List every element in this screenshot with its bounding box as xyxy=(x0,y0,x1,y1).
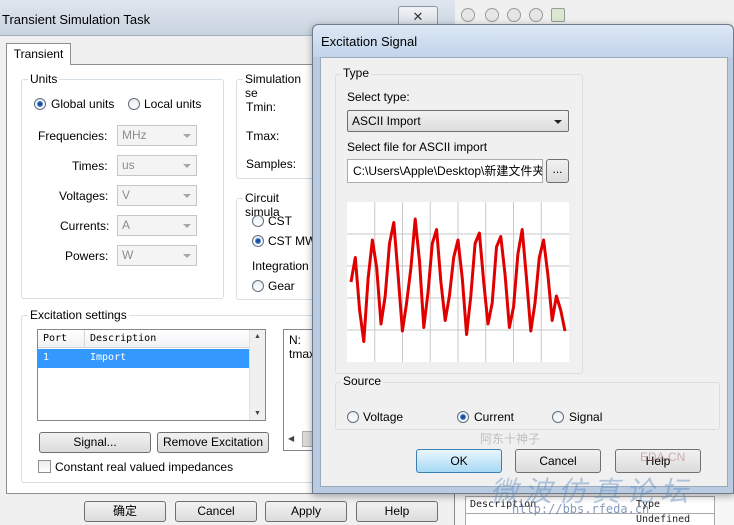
info-n-label: N: xyxy=(289,333,301,347)
select-file-label: Select file for ASCII import xyxy=(347,140,488,154)
local-units-label: Local units xyxy=(144,97,202,111)
toolbar-icon[interactable] xyxy=(461,8,475,22)
current-radio[interactable] xyxy=(457,411,469,423)
signal-radio[interactable] xyxy=(552,411,564,423)
cst-mw-label: CST MW xyxy=(268,234,317,248)
scroll-up-icon[interactable]: ▲ xyxy=(254,333,261,340)
integration-label: Integration xyxy=(252,259,309,273)
source-group-title: Source xyxy=(341,374,384,388)
add-icon[interactable] xyxy=(551,8,565,22)
chevron-down-icon xyxy=(183,254,191,258)
select-type-label: Select type: xyxy=(347,90,410,104)
ok-button[interactable]: 确定 xyxy=(84,501,166,522)
current-label: Current xyxy=(474,410,515,424)
currents-combo: A xyxy=(117,215,197,236)
powers-combo: W xyxy=(117,245,197,266)
file-path-field[interactable]: C:\Users\Apple\Desktop\新建文件夹 xyxy=(347,159,543,183)
watermark-text: EDA.CN xyxy=(640,450,686,464)
scroll-down-icon[interactable]: ▼ xyxy=(254,410,261,417)
dialog-body: Type Select type: ASCII Import Select fi… xyxy=(320,57,728,487)
times-label: Times: xyxy=(72,159,108,173)
local-units-radio[interactable] xyxy=(128,98,140,110)
table-row[interactable]: 1 Import xyxy=(38,349,250,368)
constant-impedances-checkbox[interactable] xyxy=(38,460,51,473)
chevron-down-icon xyxy=(183,164,191,168)
gear-label: Gear xyxy=(268,279,295,293)
voltages-value: V xyxy=(122,188,131,202)
chevron-down-icon xyxy=(183,194,191,198)
cancel-button[interactable]: Cancel xyxy=(175,501,257,522)
browse-button[interactable]: ... xyxy=(546,159,569,183)
dialog-titlebar[interactable]: Excitation Signal xyxy=(313,25,733,57)
simulation-group-title: Simulation se xyxy=(243,72,316,100)
frequencies-label: Frequencies: xyxy=(38,129,108,143)
units-group-title: Units xyxy=(28,72,60,86)
help-button[interactable]: Help xyxy=(356,501,438,522)
frequencies-combo: MHz xyxy=(117,125,197,146)
toolbar-icon[interactable] xyxy=(507,8,521,22)
constant-impedances-label: Constant real valued impedances xyxy=(55,460,234,474)
times-value: us xyxy=(122,158,135,172)
select-type-value: ASCII Import xyxy=(352,114,421,128)
powers-label: Powers: xyxy=(65,249,109,263)
excitation-group-title: Excitation settings xyxy=(28,308,129,322)
voltage-radio[interactable] xyxy=(347,411,359,423)
column-header-description[interactable]: Description xyxy=(85,330,250,348)
cst-mw-radio[interactable] xyxy=(252,235,264,247)
excitation-info-box: N: tmax ◀ xyxy=(283,329,315,451)
column-header-port[interactable]: Port xyxy=(38,330,85,348)
toolbar-icon[interactable] xyxy=(529,8,543,22)
vertical-scrollbar[interactable]: ▲ ▼ xyxy=(249,330,265,420)
signal-label: Signal xyxy=(569,410,603,424)
frequencies-value: MHz xyxy=(122,128,147,142)
signal-button[interactable]: Signal... xyxy=(39,432,151,453)
port-table[interactable]: Port Description 1 Import ▲ ▼ xyxy=(37,329,266,421)
watermark-text: 阿东十神子 xyxy=(480,432,541,446)
currents-label: Currents: xyxy=(60,219,110,233)
powers-value: W xyxy=(122,248,134,262)
chevron-down-icon xyxy=(554,120,562,124)
tmax-label: Tmax: xyxy=(246,129,280,143)
tmin-label: Tmin: xyxy=(246,100,276,114)
port-cell: 1 xyxy=(43,352,50,363)
currents-value: A xyxy=(122,218,131,232)
watermark-url: http://bbs.rfeda.cn xyxy=(512,502,650,516)
select-type-dropdown[interactable]: ASCII Import xyxy=(347,110,569,132)
description-cell: Import xyxy=(90,352,127,363)
apply-button[interactable]: Apply xyxy=(265,501,347,522)
window-title: Transient Simulation Task xyxy=(2,12,151,27)
excitation-signal-dialog: Excitation Signal Type Select type: ASCI… xyxy=(312,24,734,494)
voltages-combo: V xyxy=(117,185,197,206)
type-group-title: Type xyxy=(341,66,372,80)
gear-radio[interactable] xyxy=(252,280,264,292)
voltage-label: Voltage xyxy=(363,410,404,424)
global-units-radio[interactable] xyxy=(34,98,46,110)
voltages-label: Voltages: xyxy=(59,189,109,203)
chevron-down-icon xyxy=(183,224,191,228)
tab-transient[interactable]: Transient xyxy=(6,43,71,65)
times-combo: us xyxy=(117,155,197,176)
chevron-down-icon xyxy=(183,134,191,138)
global-units-label: Global units xyxy=(51,97,115,111)
scroll-left-icon[interactable]: ◀ xyxy=(288,434,294,443)
cst-label: CST xyxy=(268,214,292,228)
remove-excitation-button[interactable]: Remove Excitation xyxy=(157,432,269,453)
samples-label: Samples: xyxy=(246,157,297,171)
zoom-icon[interactable] xyxy=(485,8,499,22)
dialog-title: Excitation Signal xyxy=(321,34,418,49)
cst-radio[interactable] xyxy=(252,215,264,227)
signal-preview-chart xyxy=(347,202,569,362)
